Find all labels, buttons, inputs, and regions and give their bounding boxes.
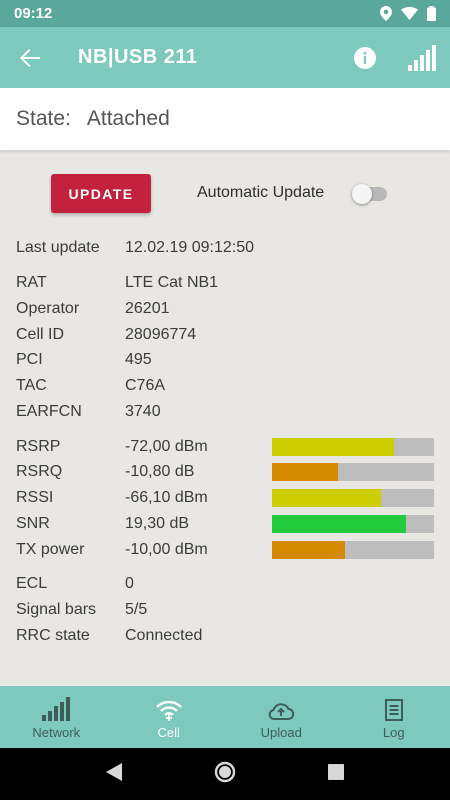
- bottom-navigation: Network Cell Upload Log: [0, 686, 450, 748]
- extra-value: 0: [125, 575, 134, 592]
- info-button[interactable]: [350, 43, 380, 73]
- app-bar: NB|USB 211: [0, 27, 450, 88]
- info-value: C76A: [125, 377, 166, 394]
- log-document-icon: [384, 695, 403, 721]
- system-navigation-bar: [0, 748, 450, 800]
- status-time: 09:12: [14, 5, 53, 22]
- info-value: 28096774: [125, 326, 197, 343]
- metric-value: -10,00 dBm: [125, 541, 208, 558]
- back-button[interactable]: [0, 27, 60, 88]
- extra-value: 5/5: [125, 601, 148, 618]
- nav-label: Network: [32, 724, 81, 740]
- info-label: RAT: [16, 274, 47, 291]
- info-value: 495: [125, 351, 152, 368]
- metric-level-bar: [272, 515, 434, 533]
- automatic-update-toggle[interactable]: [352, 184, 388, 204]
- metric-level-fill: [272, 463, 339, 481]
- circle-home-icon: [214, 761, 236, 782]
- nav-tab-log[interactable]: Log: [338, 686, 450, 748]
- state-value: Attached: [86, 107, 170, 130]
- app-title: NB|USB 211: [78, 46, 198, 68]
- nav-tab-network[interactable]: Network: [0, 686, 113, 748]
- metric-level-fill: [272, 541, 345, 559]
- location-icon: [380, 6, 392, 21]
- info-value: 3740: [125, 403, 161, 420]
- toggle-thumb: [352, 184, 372, 204]
- info-label: Cell ID: [16, 326, 65, 343]
- network-bars-icon: [42, 695, 71, 721]
- info-value: 26201: [125, 300, 170, 317]
- extra-label: Signal bars: [16, 601, 97, 618]
- arrow-back-icon: [20, 48, 40, 67]
- status-bar: 09:12: [0, 0, 450, 27]
- metric-label: TX power: [16, 541, 85, 558]
- last-update-label: Last update: [16, 239, 100, 256]
- metric-level-fill: [272, 515, 407, 533]
- automatic-update-label: Automatic Update: [197, 184, 325, 201]
- metric-level-bar: [272, 438, 434, 456]
- metric-label: RSRP: [16, 438, 61, 455]
- signal-button[interactable]: [406, 43, 438, 73]
- metric-level-fill: [272, 489, 381, 507]
- metric-level-bar: [272, 489, 434, 507]
- extra-label: RRC state: [16, 627, 90, 644]
- triangle-back-icon: [106, 762, 122, 781]
- wifi-status-icon: [401, 7, 418, 20]
- signal-bars-icon: [408, 44, 436, 71]
- metric-value: 19,30 dB: [125, 515, 190, 532]
- metric-level-bar: [272, 541, 434, 559]
- info-label: PCI: [16, 351, 43, 368]
- status-icons: [380, 6, 436, 21]
- metric-label: SNR: [16, 515, 50, 532]
- nav-tab-upload[interactable]: Upload: [225, 686, 338, 748]
- info-value: LTE Cat NB1: [125, 274, 219, 291]
- square-recents-icon: [328, 763, 344, 780]
- metric-label: RSSI: [16, 489, 54, 506]
- system-recents-button[interactable]: [328, 763, 344, 785]
- update-button[interactable]: UPDATE: [51, 174, 151, 213]
- cloud-upload-icon: [268, 695, 295, 721]
- battery-icon: [427, 6, 436, 21]
- wifi-cell-icon: [155, 695, 182, 721]
- state-label: State:: [16, 107, 71, 130]
- nav-label: Log: [382, 724, 405, 740]
- metric-value: -72,00 dBm: [125, 438, 208, 455]
- metric-value: -66,10 dBm: [125, 489, 208, 506]
- metric-label: RSRQ: [16, 463, 63, 480]
- info-label: TAC: [16, 377, 47, 394]
- metric-value: -10,80 dB: [125, 463, 195, 480]
- extra-label: ECL: [16, 575, 48, 592]
- system-back-button[interactable]: [106, 762, 122, 786]
- system-home-button[interactable]: [214, 761, 236, 788]
- info-icon: [354, 46, 376, 69]
- state-card: State: Attached: [0, 88, 450, 150]
- extra-value: Connected: [125, 627, 203, 644]
- metric-level-bar: [272, 463, 434, 481]
- nav-label: Upload: [260, 724, 302, 740]
- nav-tab-cell[interactable]: Cell: [113, 686, 226, 748]
- info-label: EARFCN: [16, 403, 82, 420]
- nav-label: Cell: [157, 724, 180, 740]
- info-label: Operator: [16, 300, 80, 317]
- metric-level-fill: [272, 438, 394, 456]
- last-update-value: 12.02.19 09:12:50: [125, 239, 255, 256]
